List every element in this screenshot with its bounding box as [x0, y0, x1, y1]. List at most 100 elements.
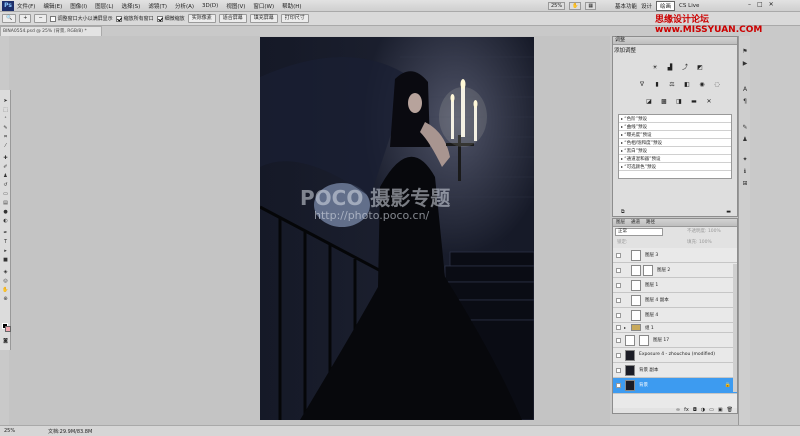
menu-view[interactable]: 视图(V): [226, 2, 245, 10]
menu-filter[interactable]: 滤镜(T): [148, 2, 167, 10]
zoom-all-windows-checkbox[interactable]: 缩放所有窗口: [115, 15, 154, 22]
blend-mode-select[interactable]: 正常: [615, 228, 663, 236]
paragraph-panel-icon[interactable]: ¶: [741, 98, 749, 105]
visibility-toggle[interactable]: [616, 313, 621, 318]
gradient-tool-icon[interactable]: ▤: [2, 200, 9, 206]
fill-screen-button[interactable]: 填充屏幕: [249, 14, 278, 23]
preset-exposure[interactable]: “曝光度”预设: [619, 131, 731, 139]
new-layer-icon[interactable]: ▣: [718, 407, 723, 414]
hand-tool-icon[interactable]: ✋: [2, 287, 9, 293]
actual-pixels-button[interactable]: 实际像素: [187, 14, 216, 23]
navigator-panel-icon[interactable]: ⊞: [741, 180, 749, 187]
menu-help[interactable]: 帮助(H): [282, 2, 301, 10]
exposure-icon[interactable]: ◩: [696, 64, 704, 72]
history-brush-tool-icon[interactable]: ↺: [2, 182, 9, 188]
menu-select[interactable]: 选择(S): [122, 2, 141, 10]
hue-saturation-icon[interactable]: ▮: [653, 81, 661, 89]
type-tool-icon[interactable]: T: [2, 239, 9, 245]
document-size-status[interactable]: 文档:29.9M/83.8M: [48, 428, 92, 435]
layer-row[interactable]: Exposure 4 - zhouchou (modified): [613, 348, 737, 363]
fill-field[interactable]: 填充: 100%: [687, 239, 712, 245]
adjustment-layer-icon[interactable]: ◑: [701, 407, 705, 414]
preset-black-white[interactable]: “黑白”预设: [619, 147, 731, 155]
layer-row[interactable]: 图层 1: [613, 278, 737, 293]
tab-paths[interactable]: 路径: [646, 219, 655, 226]
visibility-toggle[interactable]: [616, 298, 621, 303]
layer-row[interactable]: 图层 17: [613, 333, 737, 348]
layer-row[interactable]: 图层 3: [613, 248, 737, 263]
zoom-tool-icon[interactable]: ⊕: [2, 296, 9, 302]
lasso-tool-icon[interactable]: ᐤ: [2, 116, 9, 122]
document-tab[interactable]: BINA0554.psd @ 25% (背景, RGB/8) *: [0, 26, 102, 36]
new-adjustment-icon[interactable]: ▬: [726, 209, 731, 216]
visibility-toggle[interactable]: [616, 325, 621, 330]
levels-icon[interactable]: ▟: [666, 64, 674, 72]
layer-row[interactable]: 图层 2: [613, 263, 737, 278]
pen-tool-icon[interactable]: ✒: [2, 230, 9, 236]
blur-tool-icon[interactable]: ●: [2, 209, 9, 215]
crop-tool-icon[interactable]: ⌗: [2, 134, 9, 140]
new-group-icon[interactable]: ▭: [709, 407, 714, 414]
color-balance-icon[interactable]: ⚖: [668, 81, 676, 89]
brush-panel-icon[interactable]: ✎: [741, 124, 749, 131]
menu-file[interactable]: 文件(F): [17, 2, 35, 10]
zoom-out-icon[interactable]: −: [34, 14, 47, 23]
marquee-tool-icon[interactable]: ⬚: [2, 107, 9, 113]
shape-tool-icon[interactable]: ■: [2, 257, 9, 263]
3d-orbit-tool-icon[interactable]: ◎: [2, 278, 9, 284]
preset-curves[interactable]: “曲线”预设: [619, 123, 731, 131]
eraser-tool-icon[interactable]: ▭: [2, 191, 9, 197]
tab-channels[interactable]: 通道: [631, 219, 640, 226]
zoom-status[interactable]: 25%: [4, 428, 15, 434]
fit-screen-button[interactable]: 适合屏幕: [218, 14, 247, 23]
info-panel-icon[interactable]: ℹ: [741, 168, 749, 175]
add-mask-icon[interactable]: ◘: [693, 407, 697, 414]
visibility-toggle[interactable]: [616, 268, 621, 273]
hand-tool-icon[interactable]: ✋: [569, 2, 582, 10]
vibrance-icon[interactable]: ∇: [638, 81, 646, 89]
visibility-toggle[interactable]: [616, 383, 621, 388]
clip-to-layer-icon[interactable]: ⧉: [621, 209, 625, 216]
visibility-toggle[interactable]: [616, 353, 621, 358]
preset-channel-mixer[interactable]: “通道混和器”预设: [619, 155, 731, 163]
preset-levels[interactable]: “色阶”预设: [619, 115, 731, 123]
brightness-contrast-icon[interactable]: ☀: [651, 64, 659, 72]
menu-analysis[interactable]: 分析(A): [175, 2, 194, 10]
expand-arrow-icon[interactable]: ▸: [624, 325, 626, 330]
3d-rotate-tool-icon[interactable]: ◈: [2, 269, 9, 275]
zoom-tool-icon[interactable]: 🔍: [2, 14, 17, 23]
workspace-design[interactable]: 设计: [641, 2, 652, 10]
quick-mask-icon[interactable]: ◙: [2, 338, 9, 344]
history-panel-icon[interactable]: ⚑: [741, 48, 749, 55]
tool-presets-icon[interactable]: ✦: [741, 156, 749, 163]
background-color-swatch[interactable]: [5, 326, 11, 332]
curves-icon[interactable]: ⤴: [681, 64, 689, 72]
black-white-icon[interactable]: ◧: [683, 81, 691, 89]
maximize-icon[interactable]: □: [757, 1, 763, 8]
visibility-toggle[interactable]: [616, 283, 621, 288]
selective-color-icon[interactable]: ✕: [705, 98, 713, 106]
eyedropper-tool-icon[interactable]: ⁄: [2, 143, 9, 149]
preset-selective-color[interactable]: “可选颜色”预设: [619, 163, 731, 171]
arrange-documents-icon[interactable]: ▦: [585, 2, 597, 10]
lock-controls[interactable]: 锁定:: [617, 239, 628, 245]
workspace-painting[interactable]: 绘画: [656, 1, 676, 11]
visibility-toggle[interactable]: [616, 253, 621, 258]
scrubby-zoom-checkbox[interactable]: 细微缩放: [156, 15, 185, 22]
clone-source-panel-icon[interactable]: ♟: [741, 136, 749, 143]
close-icon[interactable]: ✕: [769, 1, 774, 8]
link-layers-icon[interactable]: ∞: [676, 407, 680, 414]
menu-edit[interactable]: 编辑(E): [43, 2, 62, 10]
brush-tool-icon[interactable]: ✐: [2, 164, 9, 170]
actions-panel-icon[interactable]: ▶: [741, 60, 749, 67]
print-size-button[interactable]: 打印尺寸: [280, 14, 309, 23]
visibility-toggle[interactable]: [616, 368, 621, 373]
clone-stamp-tool-icon[interactable]: ♟: [2, 173, 9, 179]
invert-icon[interactable]: ◪: [645, 98, 653, 106]
tab-layers[interactable]: 图层: [616, 219, 625, 226]
layers-scrollbar[interactable]: [733, 264, 737, 392]
cs-live-button[interactable]: CS Live: [679, 3, 699, 9]
path-select-tool-icon[interactable]: ▸: [2, 248, 9, 254]
zoom-level-select[interactable]: 25%: [548, 2, 566, 10]
threshold-icon[interactable]: ◨: [675, 98, 683, 106]
